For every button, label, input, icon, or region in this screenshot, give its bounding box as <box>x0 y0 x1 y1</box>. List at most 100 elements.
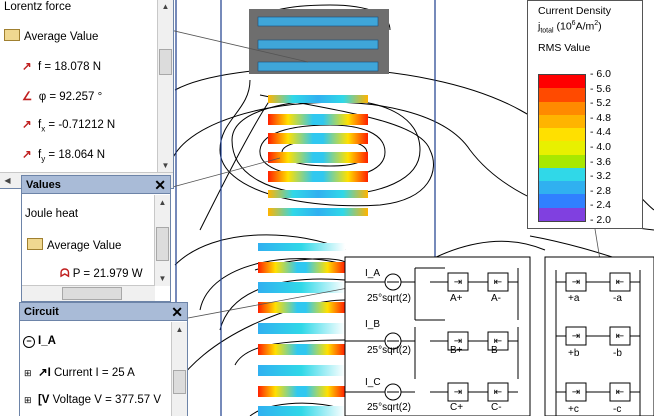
lorentz-force-angle[interactable]: ∠ φ = 92.257 ° <box>22 89 102 103</box>
source-b-name: I_B <box>365 319 381 330</box>
circuit-root-item[interactable]: − I_A <box>23 335 56 348</box>
close-icon[interactable]: ✕ <box>171 303 183 321</box>
circuit-diagram: ⇥ ⇤ ⇥ ⇤ ⇥ ⇤ ⇥ ⇤ ⇥ ⇤ ⇥ ⇤ <box>344 256 654 416</box>
panel-circuit[interactable]: Circuit ✕ − I_A ⊞ ↗I Current I = 25 A ⊞ [… <box>19 302 188 416</box>
legend-tick-label: - 2.4 <box>590 199 612 212</box>
svg-text:⇥: ⇥ <box>454 387 462 398</box>
close-icon[interactable]: ✕ <box>154 176 166 194</box>
legend-tick-label: - 2.0 <box>590 214 612 226</box>
scroll-up-icon[interactable]: ▲ <box>172 322 187 337</box>
values-folder[interactable]: Average Value <box>27 238 121 252</box>
circuit-current-item[interactable]: ⊞ ↗I Current I = 25 A <box>24 365 135 379</box>
legend-tick-label: - 4.0 <box>590 141 612 153</box>
coil-a-minus-label: A- <box>491 293 501 304</box>
expand-icon[interactable]: ⊞ <box>24 395 32 405</box>
values-horizontal-scrollbar[interactable] <box>22 285 155 301</box>
current-source-icon: − <box>23 336 35 348</box>
expand-icon[interactable]: ⊞ <box>24 368 32 378</box>
legend-swatch <box>539 128 585 142</box>
scroll-down-icon[interactable]: ▼ <box>158 158 173 173</box>
joule-heat-power[interactable]: ᗣ P = 21.979 W <box>60 268 143 281</box>
svg-text:⇤: ⇤ <box>616 331 624 342</box>
scroll-thumb[interactable] <box>173 370 186 394</box>
scroll-thumb[interactable] <box>159 49 172 75</box>
values-label: Joule heat <box>25 208 79 220</box>
legend-swatch <box>539 154 585 168</box>
scroll-thumb-horizontal[interactable] <box>62 287 122 300</box>
lorentz-force-y[interactable]: ↗ fy = 18.064 N <box>22 147 105 163</box>
source-a-name: I_A <box>365 268 381 279</box>
heat-icon: ᗣ <box>60 268 70 280</box>
svg-text:⇥: ⇥ <box>572 387 580 398</box>
force-vector-icon: ↗ <box>22 61 32 73</box>
coil-c-small-plus-label: +c <box>568 404 579 415</box>
legend-swatch <box>539 194 585 208</box>
current-icon: ↗I <box>37 367 51 379</box>
lorentz-force-x[interactable]: ↗ fx = -0.71212 N <box>22 117 115 133</box>
legend-swatch <box>539 167 585 182</box>
coil-c-small-minus-label: -c <box>613 404 622 415</box>
lorentz-folder[interactable]: Average Value <box>4 29 98 43</box>
coil-c-minus-label: C- <box>491 402 502 413</box>
coil-c-plus-label: C+ <box>450 402 464 413</box>
legend-tick-label: - 3.6 <box>590 155 612 168</box>
circuit-voltage-item[interactable]: ⊞ [V Voltage V = 377.57 V <box>24 394 161 406</box>
svg-text:⇤: ⇤ <box>616 387 624 398</box>
scroll-left-icon[interactable]: ◀ <box>0 173 15 188</box>
legend-tick-label: - 2.8 <box>590 184 612 197</box>
lorentz-vertical-scrollbar[interactable]: ▲ ▼ <box>157 0 173 173</box>
values-vertical-scrollbar[interactable]: ▲ ▼ <box>154 195 170 286</box>
svg-text:⇤: ⇤ <box>494 387 502 398</box>
coil-b-small-minus-label: -b <box>613 348 622 359</box>
legend-tick-label: - 4.8 <box>590 111 612 124</box>
scroll-thumb[interactable] <box>156 227 169 261</box>
source-c-value: 25°sqrt(2) <box>367 402 412 413</box>
legend-tick-label: - 4.4 <box>590 126 612 139</box>
scroll-up-icon[interactable]: ▲ <box>158 0 173 14</box>
y-component-icon: ↗ <box>22 149 32 161</box>
source-a-value: 25°sqrt(2) <box>367 293 412 304</box>
panel-values[interactable]: Values ✕ Joule heat Average Value ᗣ P = … <box>21 175 171 302</box>
panel-lorentz-force[interactable]: Lorentz force Average Value ↗ f = 18.078… <box>0 0 174 189</box>
legend-colorbar <box>538 74 586 222</box>
legend-tick-label: - 6.0 <box>590 68 612 80</box>
circuit-title-bar[interactable]: Circuit ✕ <box>20 303 187 321</box>
legend-swatch <box>539 141 585 155</box>
legend-swatch <box>539 114 585 129</box>
legend-tick-label: - 5.2 <box>590 97 612 110</box>
coil-b-small-plus-label: +b <box>568 348 580 359</box>
legend-swatch <box>539 207 585 221</box>
x-component-icon: ↗ <box>22 119 32 131</box>
legend-swatch <box>539 88 585 102</box>
coil-b-plus-label: B+ <box>450 345 463 356</box>
legend-swatch <box>539 101 585 115</box>
coil-a-plus-label: A+ <box>450 293 463 304</box>
source-c-name: I_C <box>365 377 381 388</box>
color-legend: Current Density jtotal (106A/m2) RMS Val… <box>527 0 643 229</box>
source-b-value: 25°sqrt(2) <box>367 345 412 356</box>
legend-quantity: jtotal (106A/m2) <box>538 20 602 35</box>
coil-a-small-minus-label: -a <box>613 293 622 304</box>
voltage-icon: [V <box>37 394 50 406</box>
svg-text:⇥: ⇥ <box>572 277 580 288</box>
svg-text:⇥: ⇥ <box>454 277 462 288</box>
legend-title: Current Density <box>538 5 611 17</box>
legend-swatch <box>539 75 585 89</box>
legend-tick-label: - 3.2 <box>590 170 612 183</box>
lower-bars[interactable] <box>258 243 345 416</box>
upper-bars <box>257 16 379 72</box>
lorentz-title: Lorentz force <box>4 1 72 13</box>
folder-icon <box>27 238 43 250</box>
values-title-bar[interactable]: Values ✕ <box>22 176 170 194</box>
svg-text:⇤: ⇤ <box>494 277 502 288</box>
legend-subtitle: RMS Value <box>538 42 591 54</box>
lorentz-force-magnitude[interactable]: ↗ f = 18.078 N <box>22 59 101 73</box>
legend-tick-label: - 5.6 <box>590 82 612 95</box>
legend-ticks: - 6.0 - 5.6 - 5.2- 4.8 - 4.4 - 4.0 - 3.6 - 3.2… <box>590 68 630 226</box>
scroll-down-icon[interactable]: ▼ <box>155 271 170 286</box>
folder-icon <box>4 29 20 41</box>
circuit-vertical-scrollbar[interactable]: ▲ <box>171 322 187 416</box>
scroll-up-icon[interactable]: ▲ <box>155 195 170 210</box>
svg-text:⇤: ⇤ <box>616 277 624 288</box>
legend-swatch <box>539 181 585 195</box>
